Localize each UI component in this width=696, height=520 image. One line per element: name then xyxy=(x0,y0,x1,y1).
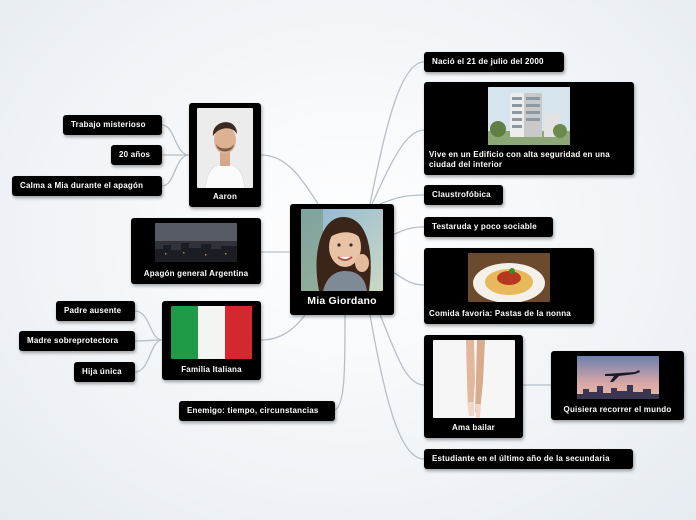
node-label: Estudiante en el último año de la secund… xyxy=(432,454,610,463)
node-label: Madre sobreprotectora xyxy=(27,336,119,345)
node-label: Apagón general Argentina xyxy=(143,269,249,278)
node-claustrophobic[interactable]: Claustrofóbica xyxy=(424,185,503,205)
man-portrait-image xyxy=(197,108,253,188)
node-aaron[interactable]: Aaron xyxy=(189,103,261,207)
node-label: Padre ausente xyxy=(64,306,122,315)
woman-portrait-image xyxy=(301,209,383,291)
node-label: Claustrofóbica xyxy=(432,190,491,199)
node-loves-dancing[interactable]: Ama bailar xyxy=(424,335,523,438)
node-building[interactable]: Vive en un Edificio con alta seguridad e… xyxy=(424,82,634,175)
node-stubborn[interactable]: Testaruda y poco sociable xyxy=(424,217,553,237)
node-age[interactable]: 20 años xyxy=(111,145,162,165)
node-label: Testaruda y poco sociable xyxy=(432,222,537,231)
apartment-building-image xyxy=(488,87,570,145)
dark-city-skyline-image xyxy=(155,223,237,262)
pasta-plate-image xyxy=(468,253,550,302)
node-italian-family[interactable]: Familia Italiana xyxy=(162,301,261,380)
node-travel-the-world[interactable]: Quisiera recorrer el mundo xyxy=(551,351,684,420)
node-label: Aaron xyxy=(212,192,238,201)
node-blackout-argentina[interactable]: Apagón general Argentina xyxy=(131,218,261,284)
node-mysterious-job[interactable]: Trabajo misterioso xyxy=(63,115,162,135)
node-label: Ama bailar xyxy=(452,423,495,432)
airplane-city-image xyxy=(576,356,659,399)
node-label: 20 años xyxy=(119,150,151,159)
ballet-feet-image xyxy=(432,340,515,418)
node-label: Quisiera recorrer el mundo xyxy=(563,405,672,414)
node-only-child[interactable]: Hija única xyxy=(74,362,135,382)
central-node-mia-giordano[interactable]: Mia Giordano xyxy=(290,204,394,315)
node-calms-mia[interactable]: Calma a Mia durante el apagón xyxy=(12,176,162,196)
node-label: Familia Italiana xyxy=(181,365,242,374)
node-label: Nació el 21 de julio del 2000 xyxy=(432,57,544,66)
node-favorite-food[interactable]: Comida favoria: Pastas de la nonna xyxy=(424,248,594,324)
node-student[interactable]: Estudiante en el último año de la secund… xyxy=(424,449,633,469)
node-overprotective-mother[interactable]: Madre sobreprotectora xyxy=(19,331,135,351)
node-label: Comida favoria: Pastas de la nonna xyxy=(429,309,571,318)
node-label: Trabajo misterioso xyxy=(71,120,146,129)
node-label: Vive en un Edificio con alta seguridad e… xyxy=(429,150,610,169)
node-label: Hija única xyxy=(82,367,122,376)
italian-flag-image xyxy=(170,306,253,359)
node-absent-father[interactable]: Padre ausente xyxy=(56,301,135,321)
node-label: Calma a Mia durante el apagón xyxy=(20,181,144,190)
central-label: Mia Giordano xyxy=(307,295,377,307)
node-label: Enemigo: tiempo, circunstancias xyxy=(187,406,319,415)
node-birth-date[interactable]: Nació el 21 de julio del 2000 xyxy=(424,52,564,72)
node-enemy[interactable]: Enemigo: tiempo, circunstancias xyxy=(179,401,335,421)
